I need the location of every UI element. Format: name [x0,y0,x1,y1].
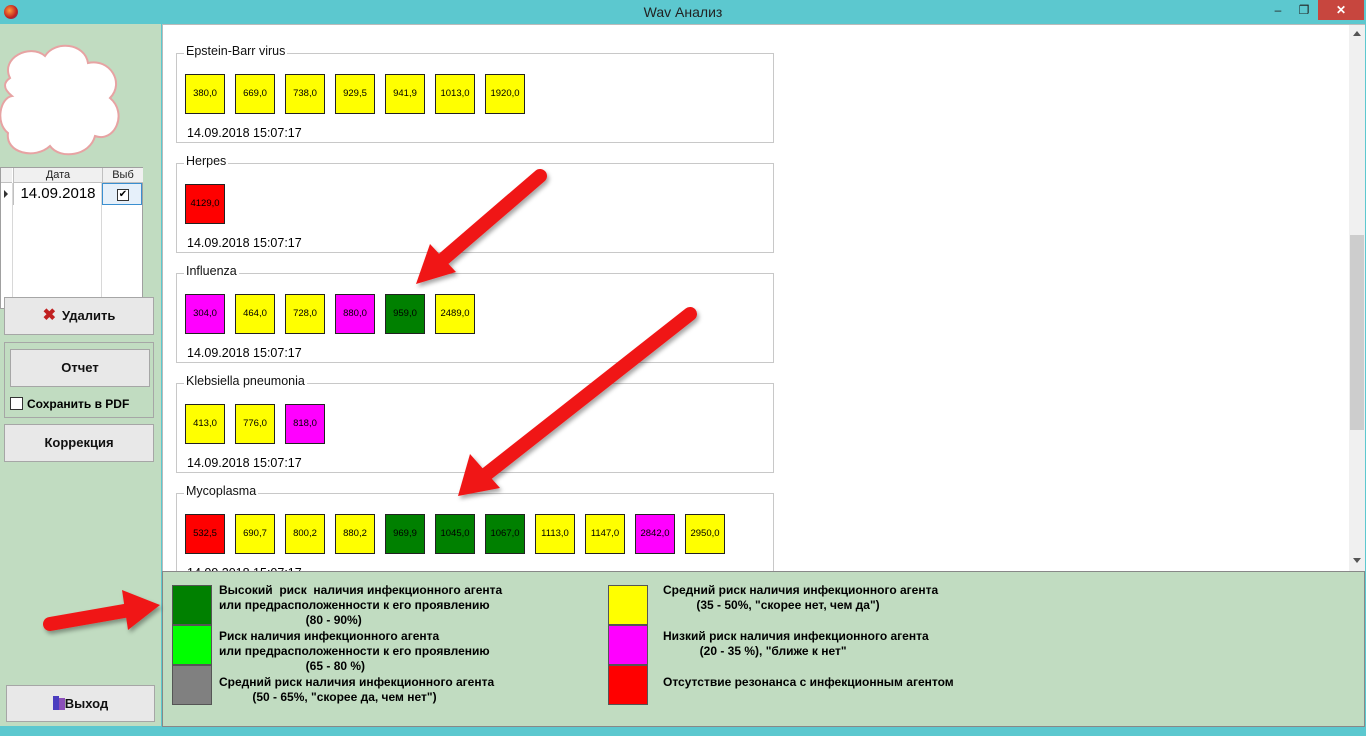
legend-swatch-medium-high-risk [172,665,212,705]
report-group: Отчет Сохранить в PDF [4,342,154,418]
legend-text-medium-risk: Средний риск наличия инфекционного агент… [663,583,939,612]
delete-button[interactable]: ✖ Удалить [4,297,154,335]
section-timestamp: 14.09.2018 15:07:17 [187,236,302,250]
legend-swatch-high-risk [172,585,212,625]
scroll-down-arrow-icon[interactable] [1353,558,1361,563]
frequency-box: 4129,0 [185,184,225,224]
grid-cell-date[interactable]: 14.09.2018 [13,183,102,205]
result-section: Epstein-Barr virus 380,0 669,0 738,0 929,5 94… [176,44,774,143]
frequency-box: 776,0 [235,404,275,444]
frequency-box: 728,0 [285,294,325,334]
section-title: Herpes [184,154,229,168]
grid-divider [101,183,102,309]
frequency-box: 304,0 [185,294,225,334]
color-legend: Высокий риск наличия инфекционного агент… [162,571,1365,727]
frequency-box: 669,0 [235,74,275,114]
frequency-box: 1013,0 [435,74,475,114]
frequency-box: 380,0 [185,74,225,114]
select-checkbox[interactable]: ✔ [117,189,129,201]
frequency-box: 818,0 [285,404,325,444]
grid-row-header-corner [1,168,12,183]
scrollbar-thumb[interactable] [1350,235,1364,430]
vertical-scrollbar[interactable] [1349,25,1365,571]
exit-button[interactable]: Выход [6,685,155,722]
legend-text-low-risk: Низкий риск наличия инфекционного агента… [663,629,929,658]
frequency-box: 880,0 [335,294,375,334]
legend-swatch-low-risk [608,625,648,665]
frequency-box: 2842,0 [635,514,675,554]
legend-text-medium-high-risk: Средний риск наличия инфекционного агент… [219,675,495,704]
delete-label: Удалить [62,308,116,323]
grid-cell-select[interactable]: ✔ [102,183,142,205]
report-button[interactable]: Отчет [10,349,150,387]
result-section: Herpes 4129,0 14.09.2018 15:07:17 [176,154,774,253]
maximize-button[interactable]: ❐ [1290,0,1318,20]
exit-door-icon [52,696,65,710]
frequency-box: 929,5 [335,74,375,114]
section-timestamp: 14.09.2018 15:07:17 [187,126,302,140]
frequency-box: 1147,0 [585,514,625,554]
scroll-up-arrow-icon[interactable] [1353,31,1361,36]
legend-text-high-risk: Высокий риск наличия инфекционного агент… [219,583,503,627]
frequency-box: 532,5 [185,514,225,554]
section-title: Epstein-Barr virus [184,44,288,58]
exit-label: Выход [64,696,109,711]
section-title: Influenza [184,264,239,278]
minimize-button[interactable]: – [1264,0,1292,20]
legend-swatch-medium-risk [608,585,648,625]
close-button[interactable]: ✕ [1318,0,1364,20]
result-section: Klebsiella pneumonia 413,0 776,0 818,0 14.09… [176,374,774,473]
save-pdf-option[interactable]: Сохранить в PDF [10,397,129,411]
results-panel[interactable]: Epstein-Barr virus 380,0 669,0 738,0 929,5 94… [162,24,1365,571]
frequency-box: 1920,0 [485,74,525,114]
frequency-box: 2950,0 [685,514,725,554]
frequency-box: 800,2 [285,514,325,554]
legend-text-risk: Риск наличия инфекционного агента или пр… [219,629,490,673]
correction-button[interactable]: Коррекция [4,424,154,462]
result-section: Influenza 304,0 464,0 728,0 880,0 959,0 2489,0… [176,264,774,363]
frequency-box: 941,9 [385,74,425,114]
frequency-box: 1113,0 [535,514,575,554]
legend-text-no-resonance: Отсутствие резонанса с инфекционным аген… [663,675,954,689]
left-panel: Дата Выб 14.09.2018 ✔ ✖ Удалить Отчет Сох… [0,24,161,726]
frequency-box: 1067,0 [485,514,525,554]
frequency-box: 969,9 [385,514,425,554]
save-pdf-checkbox[interactable] [10,397,23,410]
frequency-box: 2489,0 [435,294,475,334]
save-pdf-label: Сохранить в PDF [27,397,130,411]
grid-divider [12,183,13,309]
taskbar [0,727,1366,736]
cloud-image [0,44,120,156]
frequency-box: 1045,0 [435,514,475,554]
legend-swatch-risk [172,625,212,665]
section-title: Mycoplasma [184,484,259,498]
current-row-indicator-icon [4,190,8,198]
frequency-box: 690,7 [235,514,275,554]
grid-header-date[interactable]: Дата [13,168,102,183]
frequency-box: 413,0 [185,404,225,444]
frequency-box: 959,0 [385,294,425,334]
section-timestamp: 14.09.2018 15:07:17 [187,346,302,360]
section-title: Klebsiella pneumonia [184,374,307,388]
section-timestamp: 14.09.2018 15:07:17 [187,456,302,470]
frequency-box: 464,0 [235,294,275,334]
grid-header-select[interactable]: Выб [102,168,143,183]
title-bar: Wav Анализ – ❐ ✕ [0,0,1366,24]
date-grid[interactable]: Дата Выб 14.09.2018 ✔ [0,167,143,309]
delete-x-icon: ✖ [42,307,57,324]
frequency-box: 880,2 [335,514,375,554]
frequency-box: 738,0 [285,74,325,114]
result-section: Mycoplasma 532,5 690,7 800,2 880,2 969,9 1045,… [176,484,774,571]
legend-swatch-no-resonance [608,665,648,705]
window-title: Wav Анализ [643,4,723,20]
